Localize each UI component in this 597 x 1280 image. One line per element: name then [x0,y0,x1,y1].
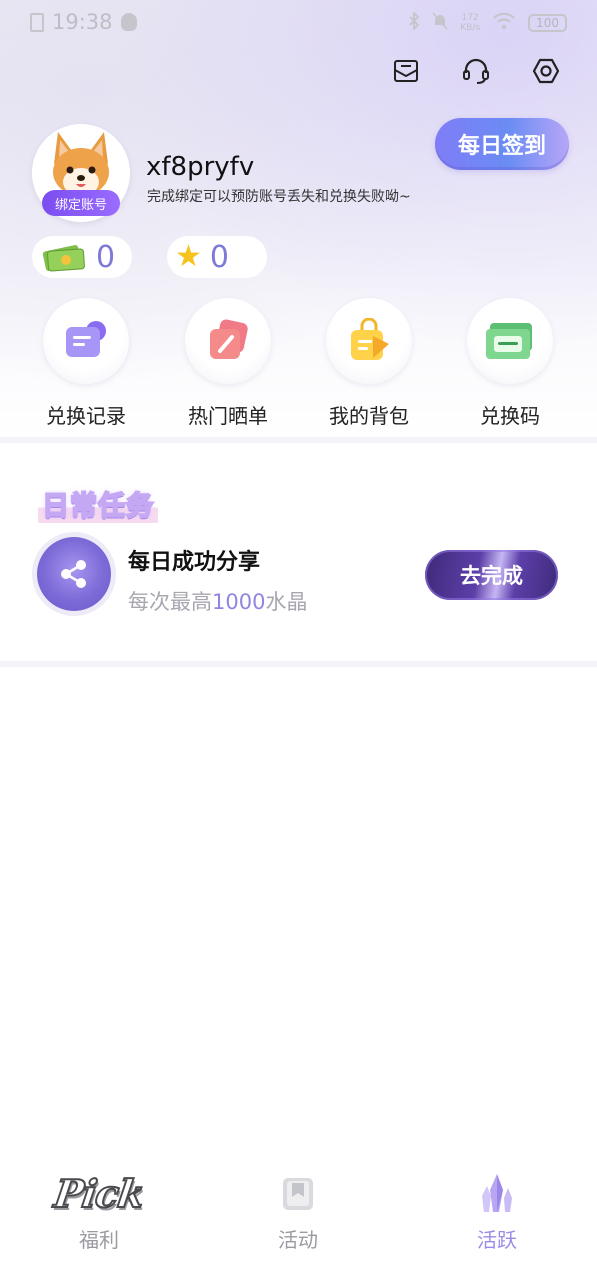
net-speed-unit: KB/s [460,23,481,33]
quick-redeem-code[interactable]: 兑换码 [455,298,565,429]
task-description: 每次最高1000水晶 [128,586,307,616]
exchange-record-icon [43,298,129,384]
nav-tab-active[interactable]: 活跃 [422,1170,572,1253]
task-desc-prefix: 每次最高 [128,590,212,614]
money-icon [42,245,85,272]
battery-indicator: 100 [528,14,567,32]
quick-label-hot-share: 热门晒单 [188,404,268,428]
quick-exchange-record[interactable]: 兑换记录 [31,298,141,429]
nav-label-activity: 活动 [278,1228,318,1252]
status-right: 172 KB/s 100 [408,10,567,34]
task-desc-suffix: 水晶 [265,590,308,614]
sim-icon [30,12,44,32]
settings-icon [532,58,560,84]
daily-checkin-button[interactable]: 每日签到 [435,118,569,170]
status-time: 19:38 [52,10,113,34]
bind-account-badge[interactable]: 绑定账号 [42,190,120,216]
quick-label-backpack: 我的背包 [329,404,409,428]
share-icon [61,560,86,588]
nav-label-active: 活跃 [477,1228,517,1252]
wifi-icon [492,12,516,34]
section-divider-bottom [0,661,597,667]
section-divider-top [0,437,597,443]
money-balance[interactable]: 0 [32,236,132,278]
nav-tab-welfare[interactable]: Pick 福利 [24,1170,174,1253]
quick-backpack[interactable]: 我的背包 [314,298,424,429]
bottom-navigation: Pick 福利 活动 活跃 [0,1170,597,1280]
money-value: 0 [96,239,116,275]
settings-button[interactable] [531,56,561,86]
mail-icon [394,60,418,82]
quick-label-redeem-code: 兑换码 [480,404,540,428]
nav-label-welfare: 福利 [79,1228,119,1252]
mute-bell-icon [432,12,448,34]
task-desc-amount: 1000 [212,590,266,614]
crystal-icon [422,1170,572,1218]
nav-tab-activity[interactable]: 活动 [223,1170,373,1253]
task-title: 每日成功分享 [128,550,261,575]
quick-hot-share[interactable]: 热门晒单 [173,298,283,429]
star-balance[interactable]: ★ 0 [167,236,267,278]
avatar-container: 绑定账号 [32,124,130,222]
hot-share-icon [185,298,271,384]
customer-service-button[interactable] [461,56,491,86]
bluetooth-icon [408,10,420,34]
net-speed: 172 KB/s [460,13,480,33]
activity-icon [223,1170,373,1218]
star-value: 0 [209,239,229,275]
mail-button[interactable] [391,56,421,86]
daily-tasks-title: 日常任务 [38,484,158,523]
headset-icon [463,58,489,84]
task-complete-button[interactable]: 去完成 [425,550,558,600]
status-left: 19:38 [30,10,137,34]
net-speed-value: 172 [461,13,479,23]
bind-tip-text: 完成绑定可以预防账号丢失和兑换失败呦~ [147,189,411,205]
star-icon: ★ [175,239,202,274]
header-actions [391,56,561,86]
redeem-code-icon [467,298,553,384]
quick-label-exchange-record: 兑换记录 [46,404,126,428]
qq-icon [120,13,137,31]
status-bar: 19:38 172 KB/s 100 [0,0,597,46]
username: xf8pryfv [146,152,255,182]
backpack-icon [326,298,412,384]
pick-logo-icon: Pick [51,1170,148,1217]
share-task-icon [37,537,111,611]
